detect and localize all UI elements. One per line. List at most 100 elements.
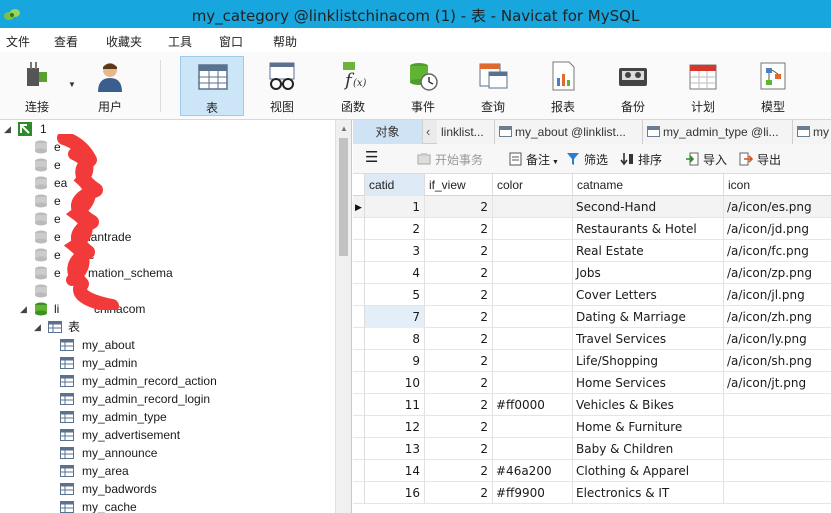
cell-if-view[interactable]: 2 <box>425 196 493 218</box>
tree-table-item[interactable]: my_admin_type <box>0 408 340 426</box>
connect-button[interactable]: 连接 <box>5 56 69 116</box>
column-header-catid[interactable]: catid <box>365 174 425 196</box>
table-button[interactable]: 表 <box>180 56 244 116</box>
tree-table-item[interactable]: my_badwords <box>0 480 340 498</box>
tree-table-item[interactable]: my_about <box>0 336 340 354</box>
cell-icon[interactable] <box>724 438 831 460</box>
row-selector[interactable] <box>353 394 365 416</box>
chevron-down-icon[interactable]: ▼ <box>68 80 76 89</box>
cell-if-view[interactable]: 2 <box>425 460 493 482</box>
table-row[interactable]: 16 2 #ff9900 Electronics & IT <box>353 482 831 504</box>
tab-linklist[interactable]: linklist... <box>437 120 495 144</box>
cell-color[interactable] <box>493 262 573 284</box>
tree-connection[interactable]: ◢ 1 <box>0 120 340 138</box>
cell-catname[interactable]: Life/Shopping <box>573 350 724 372</box>
cell-catid[interactable]: 12 <box>365 416 425 438</box>
tree-database[interactable]: e <box>0 138 340 156</box>
cell-catid[interactable]: 4 <box>365 262 425 284</box>
row-selector[interactable] <box>353 438 365 460</box>
cell-color[interactable]: #ff0000 <box>493 394 573 416</box>
filter-button[interactable]: 筛选 <box>566 151 608 168</box>
row-selector[interactable]: ▶ <box>353 196 365 218</box>
cell-if-view[interactable]: 2 <box>425 438 493 460</box>
cell-icon[interactable]: /a/icon/ly.png <box>724 328 831 350</box>
cell-icon[interactable]: /a/icon/jl.png <box>724 284 831 306</box>
cell-catname[interactable]: Restaurants & Hotel <box>573 218 724 240</box>
tree-database[interactable]: e <box>0 192 340 210</box>
tree-database[interactable]: e e <box>0 246 340 264</box>
cell-color[interactable] <box>493 438 573 460</box>
cell-catname[interactable]: Second-Hand <box>573 196 724 218</box>
table-row[interactable]: 7 2 Dating & Marriage/a/icon/zh.png <box>353 306 831 328</box>
cell-catname[interactable]: Jobs <box>573 262 724 284</box>
tree-table-item[interactable]: my_admin <box>0 354 340 372</box>
cell-if-view[interactable]: 2 <box>425 416 493 438</box>
cell-icon[interactable] <box>724 394 831 416</box>
cell-icon[interactable] <box>724 416 831 438</box>
scroll-up-arrow-icon[interactable]: ▲ <box>340 124 348 133</box>
expand-arrow-icon[interactable]: ◢ <box>20 300 30 318</box>
table-row[interactable]: ▶ 1 2 Second-Hand/a/icon/es.png <box>353 196 831 218</box>
cell-color[interactable] <box>493 306 573 328</box>
sort-button[interactable]: 排序 <box>620 151 662 168</box>
cell-if-view[interactable]: 2 <box>425 394 493 416</box>
tree-table-item[interactable]: my_advertisement <box>0 426 340 444</box>
cell-icon[interactable]: /a/icon/fc.png <box>724 240 831 262</box>
expand-arrow-icon[interactable]: ◢ <box>34 318 44 336</box>
scrollbar-thumb[interactable] <box>339 138 348 256</box>
export-button[interactable]: 导出 <box>739 151 781 168</box>
cell-catid[interactable]: 7 <box>365 306 425 328</box>
cell-color[interactable] <box>493 328 573 350</box>
cell-icon[interactable]: /a/icon/zp.png <box>724 262 831 284</box>
row-selector[interactable] <box>353 306 365 328</box>
cell-catid[interactable]: 16 <box>365 482 425 504</box>
menu-icon[interactable]: ☰ <box>365 148 378 166</box>
cell-if-view[interactable]: 2 <box>425 350 493 372</box>
cell-color[interactable] <box>493 196 573 218</box>
menu-help[interactable]: 帮助 <box>273 33 297 50</box>
query-button[interactable]: 查询 <box>461 56 525 116</box>
cell-color[interactable] <box>493 350 573 372</box>
cell-catid[interactable]: 8 <box>365 328 425 350</box>
table-row[interactable]: 2 2 Restaurants & Hotel/a/icon/jd.png <box>353 218 831 240</box>
table-row[interactable]: 12 2 Home & Furniture <box>353 416 831 438</box>
column-header-if-view[interactable]: if_view <box>425 174 493 196</box>
backup-button[interactable]: 备份 <box>601 56 665 116</box>
cell-if-view[interactable]: 2 <box>425 218 493 240</box>
row-selector[interactable] <box>353 240 365 262</box>
tree-table-item[interactable]: my_admin_record_login <box>0 390 340 408</box>
cell-icon[interactable]: /a/icon/zh.png <box>724 306 831 328</box>
cell-color[interactable]: #ff9900 <box>493 482 573 504</box>
cell-catname[interactable]: Dating & Marriage <box>573 306 724 328</box>
user-button[interactable]: 用户 <box>78 56 142 116</box>
menu-view[interactable]: 查看 <box>54 33 78 50</box>
cell-catid[interactable]: 5 <box>365 284 425 306</box>
row-selector[interactable] <box>353 416 365 438</box>
cell-catname[interactable]: Baby & Children <box>573 438 724 460</box>
cell-catname[interactable]: Electronics & IT <box>573 482 724 504</box>
tree-vertical-scrollbar[interactable]: ▲ <box>335 120 351 513</box>
cell-color[interactable] <box>493 218 573 240</box>
cell-icon[interactable]: /a/icon/jt.png <box>724 372 831 394</box>
tab-scroll-left-icon[interactable]: ‹ <box>426 124 430 139</box>
cell-catname[interactable]: Real Estate <box>573 240 724 262</box>
cell-catid[interactable]: 1 <box>365 196 425 218</box>
row-selector[interactable] <box>353 284 365 306</box>
memo-button[interactable]: 备注 ▼ <box>509 151 559 168</box>
cell-catname[interactable]: Travel Services <box>573 328 724 350</box>
table-row[interactable]: 5 2 Cover Letters/a/icon/jl.png <box>353 284 831 306</box>
row-selector[interactable] <box>353 328 365 350</box>
function-button[interactable]: f (x) 函数 <box>321 56 385 116</box>
cell-catname[interactable]: Vehicles & Bikes <box>573 394 724 416</box>
cell-color[interactable] <box>493 284 573 306</box>
cell-color[interactable]: #46a200 <box>493 460 573 482</box>
row-selector[interactable] <box>353 372 365 394</box>
table-row[interactable]: 8 2 Travel Services/a/icon/ly.png <box>353 328 831 350</box>
menu-favorites[interactable]: 收藏夹 <box>106 33 142 50</box>
cell-catid[interactable]: 2 <box>365 218 425 240</box>
cell-if-view[interactable]: 2 <box>425 328 493 350</box>
cell-if-view[interactable]: 2 <box>425 284 493 306</box>
tree-tables-group[interactable]: ◢ 表 <box>0 318 340 336</box>
tab-objects[interactable]: 对象 <box>353 120 423 144</box>
table-row[interactable]: 11 2 #ff0000 Vehicles & Bikes <box>353 394 831 416</box>
